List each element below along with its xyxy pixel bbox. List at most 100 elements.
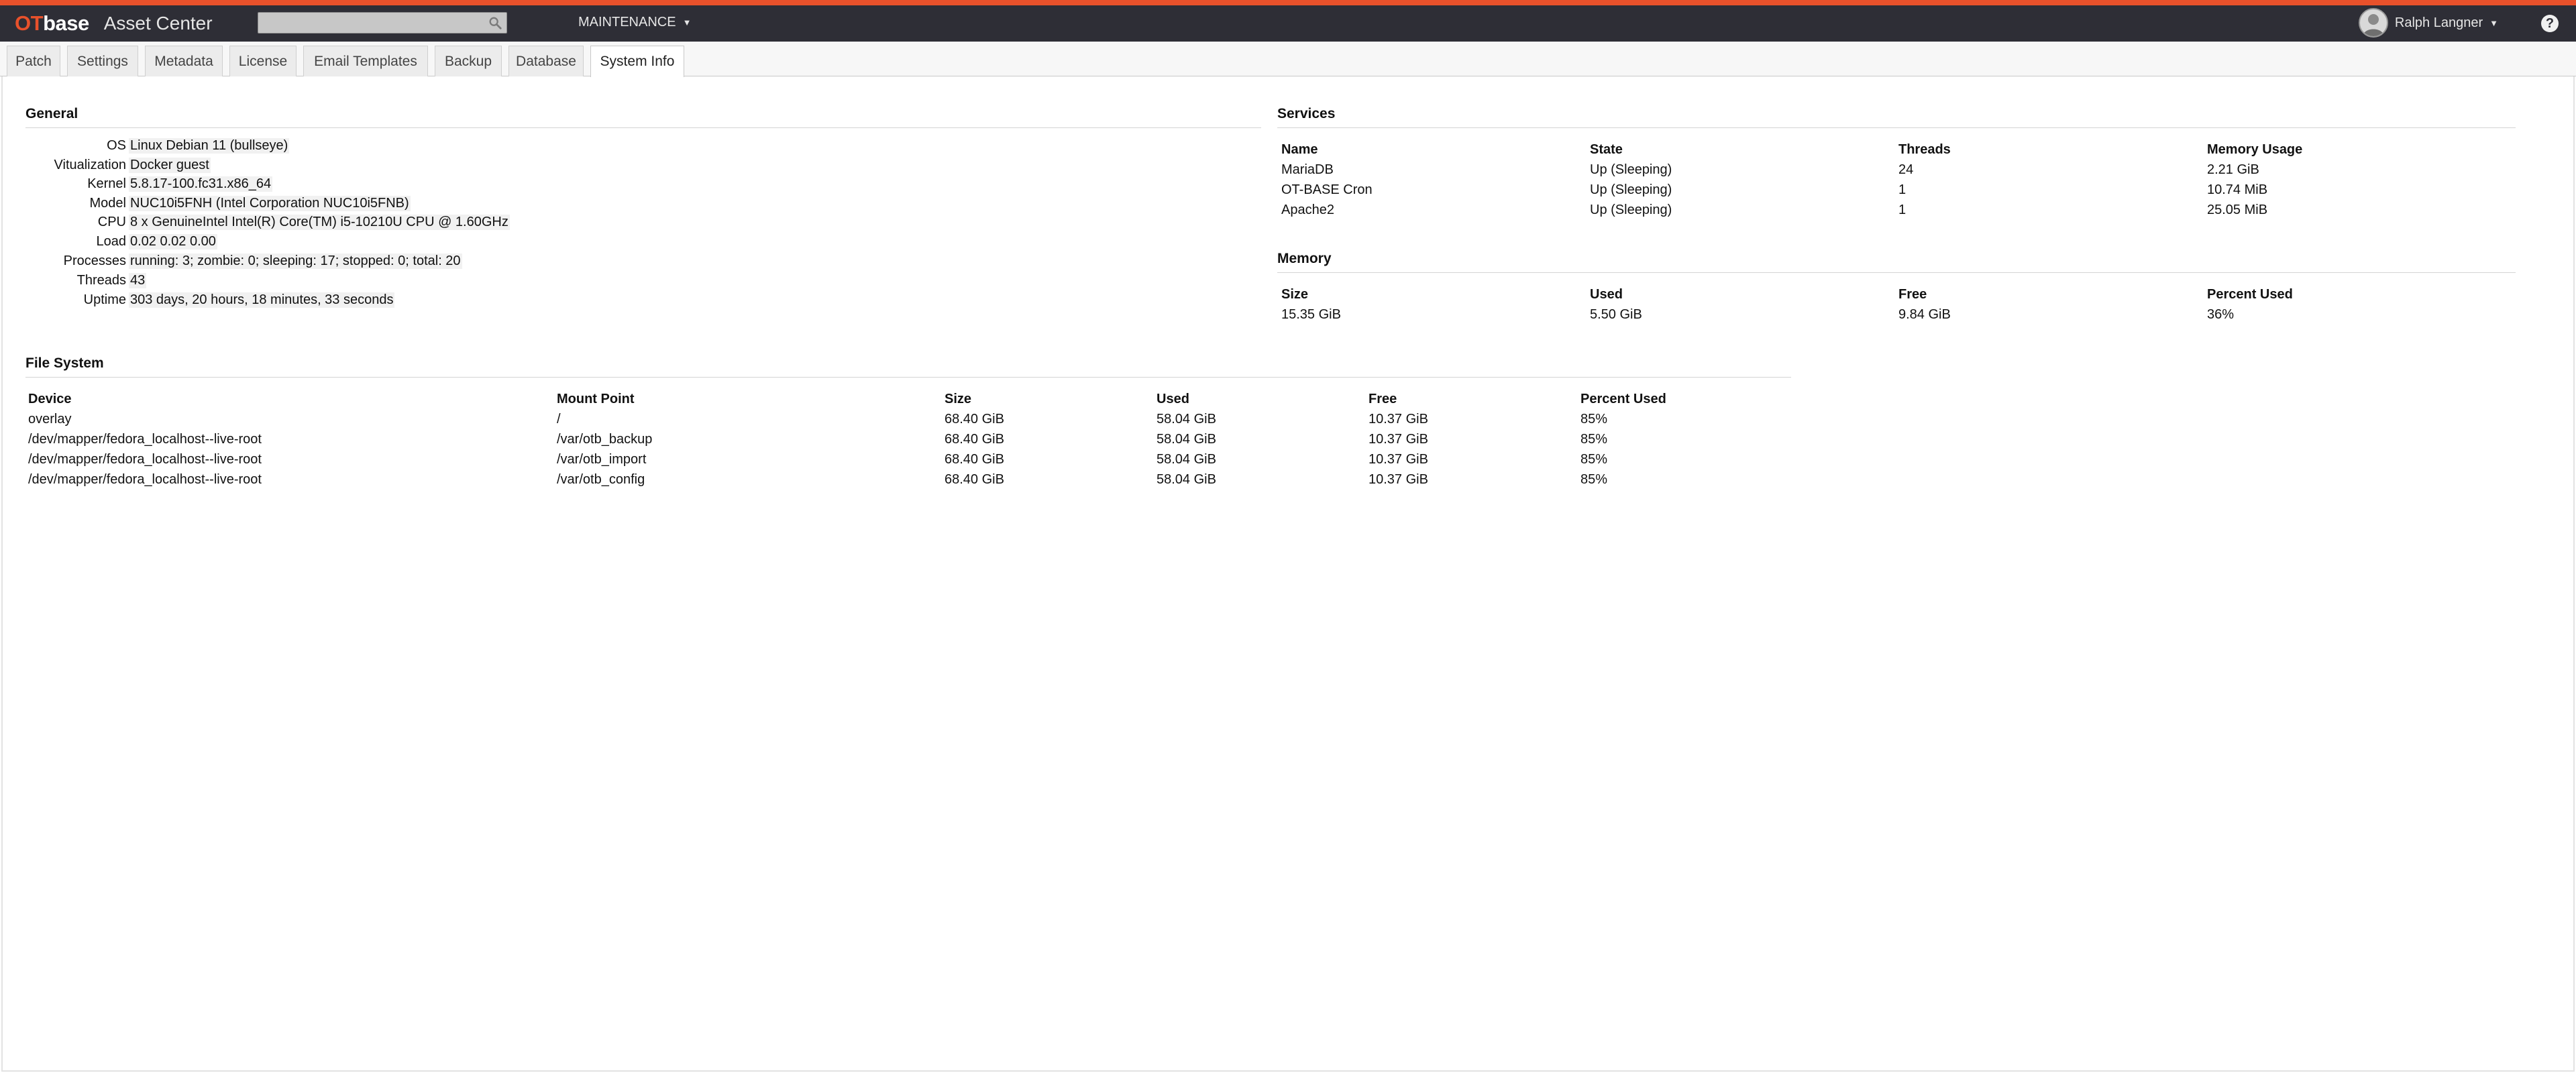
table-cell: Up (Sleeping) <box>1590 203 1672 217</box>
avatar <box>2358 8 2388 38</box>
filesystem-title: File System <box>25 355 104 371</box>
column-header: Memory Usage <box>2207 142 2303 157</box>
table-cell: /var/otb_backup <box>557 432 653 447</box>
table-cell: 25.05 MiB <box>2207 203 2268 217</box>
virtualization-label: Vitualization <box>54 158 126 172</box>
table-cell: 85% <box>1580 432 1608 447</box>
table-cell: 68.40 GiB <box>945 472 1004 487</box>
table-cell: 10.37 GiB <box>1368 432 1428 447</box>
general-divider <box>25 127 1261 128</box>
general-title: General <box>25 106 78 121</box>
cpu-value: 8 x GenuineIntel Intel(R) Core(TM) i5-10… <box>129 215 510 230</box>
search-input[interactable] <box>258 12 507 34</box>
table-cell: Up (Sleeping) <box>1590 182 1672 197</box>
column-header: Free <box>1898 287 1927 302</box>
column-header: Used <box>1590 287 1623 302</box>
table-cell: 15.35 GiB <box>1281 307 1341 322</box>
tab-settings[interactable]: Settings <box>67 46 138 76</box>
top-navigation-bar: OT base Asset Center MAINTENANCE ▼ Ralph … <box>0 5 2576 42</box>
threads-value: 43 <box>129 273 147 288</box>
caret-down-icon: ▼ <box>2489 17 2498 28</box>
table-cell: /dev/mapper/fedora_localhost--live-root <box>28 432 262 447</box>
column-header: Size <box>945 392 972 406</box>
tab-system-info[interactable]: System Info <box>590 46 684 77</box>
column-header: State <box>1590 142 1623 157</box>
column-header: Percent Used <box>2207 287 2293 302</box>
tab-database[interactable]: Database <box>508 46 584 76</box>
column-header: Size <box>1281 287 1309 302</box>
table-cell: 36% <box>2207 307 2235 322</box>
table-cell: 58.04 GiB <box>1157 432 1216 447</box>
os-label: OS <box>107 138 126 153</box>
logo-base: base <box>43 11 89 35</box>
threads-label: Threads <box>76 273 126 288</box>
logo-ot: OT <box>15 11 44 35</box>
services-title: Services <box>1277 106 1336 121</box>
caret-down-icon: ▼ <box>682 17 692 27</box>
table-cell: 1 <box>1898 182 1907 197</box>
table-cell: 2.21 GiB <box>2207 162 2259 177</box>
accent-bar <box>0 0 2576 5</box>
model-label: Model <box>89 196 126 211</box>
column-header: Free <box>1368 392 1397 406</box>
app-title: Asset Center <box>103 13 213 34</box>
column-header: Percent Used <box>1580 392 1666 406</box>
column-header: Mount Point <box>557 392 635 406</box>
table-cell: 68.40 GiB <box>945 432 1004 447</box>
tab-email-templates[interactable]: Email Templates <box>303 46 428 76</box>
search-icon[interactable] <box>488 15 502 30</box>
processes-value: running: 3; zombie: 0; sleeping: 17; sto… <box>129 253 462 269</box>
services-divider <box>1277 127 2516 128</box>
cpu-label: CPU <box>97 215 126 229</box>
uptime-value: 303 days, 20 hours, 18 minutes, 33 secon… <box>129 292 395 308</box>
tab-patch[interactable]: Patch <box>7 46 60 76</box>
table-cell: 58.04 GiB <box>1157 472 1216 487</box>
table-cell: 68.40 GiB <box>945 412 1004 427</box>
table-cell: /var/otb_config <box>557 472 645 487</box>
table-cell: /var/otb_import <box>557 452 647 467</box>
maintenance-menu[interactable]: MAINTENANCE ▼ <box>578 15 691 30</box>
tab-backup[interactable]: Backup <box>435 46 502 76</box>
table-cell: 5.50 GiB <box>1590 307 1642 322</box>
memory-title: Memory <box>1277 251 1332 266</box>
table-cell: MariaDB <box>1281 162 1334 177</box>
table-cell: 10.37 GiB <box>1368 472 1428 487</box>
kernel-label: Kernel <box>87 176 126 191</box>
otbase-logo[interactable]: OT base <box>15 11 89 36</box>
kernel-value: 5.8.17-100.fc31.x86_64 <box>129 176 273 192</box>
user-menu[interactable]: Ralph Langner ▼ <box>2358 8 2498 38</box>
column-header: Device <box>28 392 72 406</box>
tab-license[interactable]: License <box>229 46 297 76</box>
table-cell: overlay <box>28 412 72 427</box>
table-cell: 68.40 GiB <box>945 452 1004 467</box>
table-cell: 10.37 GiB <box>1368 452 1428 467</box>
filesystem-divider <box>25 377 1791 378</box>
tab-metadata[interactable]: Metadata <box>145 46 223 76</box>
table-cell: /dev/mapper/fedora_localhost--live-root <box>28 472 262 487</box>
tab-bar: Patch Settings Metadata License Email Te… <box>0 42 2576 77</box>
memory-divider <box>1277 272 2516 273</box>
table-cell: 10.74 MiB <box>2207 182 2268 197</box>
user-name: Ralph Langner <box>2394 15 2483 30</box>
table-cell: 24 <box>1898 162 1914 177</box>
processes-label: Processes <box>63 253 126 268</box>
column-header: Used <box>1157 392 1189 406</box>
help-icon[interactable]: ? <box>2541 15 2559 32</box>
maintenance-menu-label: MAINTENANCE <box>578 15 676 30</box>
column-header: Name <box>1281 142 1318 157</box>
table-cell: 1 <box>1898 203 1907 217</box>
table-cell: 9.84 GiB <box>1898 307 1951 322</box>
table-cell: 58.04 GiB <box>1157 412 1216 427</box>
load-label: Load <box>96 234 127 249</box>
os-value: Linux Debian 11 (bullseye) <box>129 138 290 154</box>
column-header: Threads <box>1898 142 1951 157</box>
model-value: NUC10i5FNH (Intel Corporation NUC10i5FNB… <box>129 196 411 211</box>
table-cell: /dev/mapper/fedora_localhost--live-root <box>28 452 262 467</box>
table-cell: Up (Sleeping) <box>1590 162 1672 177</box>
virtualization-value: Docker guest <box>129 158 211 173</box>
table-cell: OT-BASE Cron <box>1281 182 1373 197</box>
load-value: 0.02 0.02 0.00 <box>129 234 217 249</box>
table-cell: 85% <box>1580 452 1608 467</box>
table-cell: 10.37 GiB <box>1368 412 1428 427</box>
table-cell: 58.04 GiB <box>1157 452 1216 467</box>
